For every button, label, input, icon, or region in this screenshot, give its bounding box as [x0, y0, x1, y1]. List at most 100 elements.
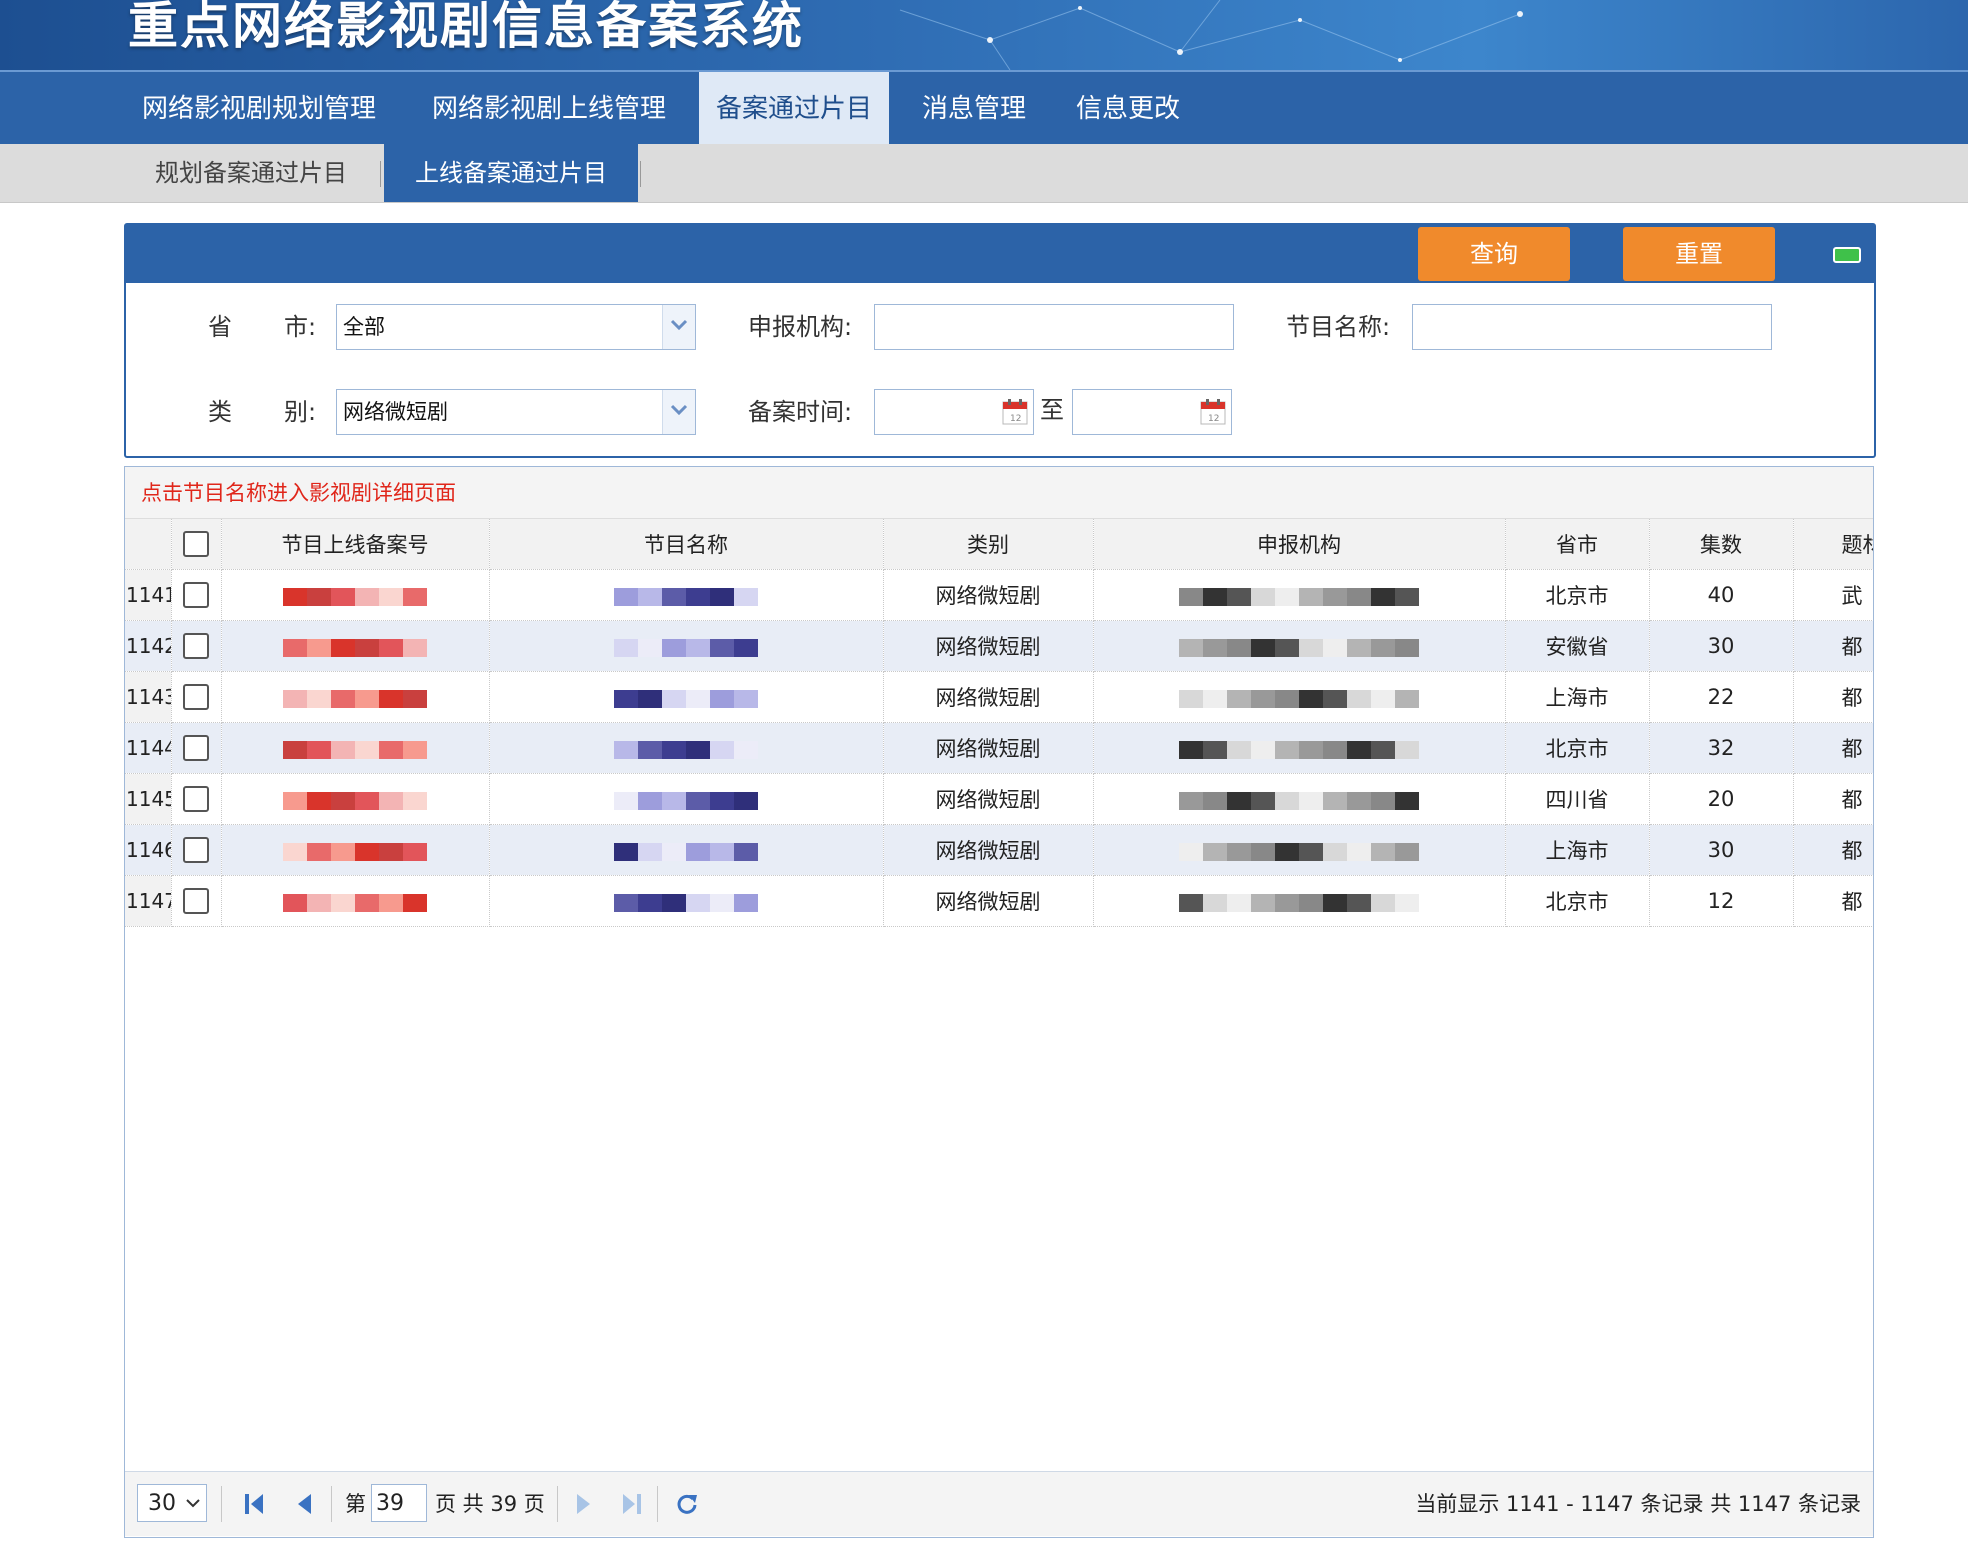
org-cell — [1093, 773, 1506, 825]
column-header-filing-no[interactable]: 节目上线备案号 — [221, 519, 490, 570]
program-name-label: 节目名称: — [1286, 313, 1391, 341]
row-checkbox[interactable] — [183, 888, 209, 914]
row-checkbox[interactable] — [183, 837, 209, 863]
table-row[interactable]: 1147 网络微短剧 北京市12都 — [125, 875, 1873, 927]
row-number: 1144 — [125, 722, 172, 774]
category-cell: 网络微短剧 — [883, 875, 1094, 927]
main-nav-planning[interactable]: 网络影视剧规划管理 — [118, 72, 400, 146]
row-checkbox[interactable] — [183, 684, 209, 710]
category-cell: 网络微短剧 — [883, 722, 1094, 774]
filing-date-label: 备案时间: — [748, 398, 853, 426]
main-nav-messages[interactable]: 消息管理 — [904, 72, 1044, 146]
svg-text:12: 12 — [1010, 414, 1021, 424]
filing-no-cell — [221, 773, 490, 825]
filing-no-cell — [221, 824, 490, 876]
row-number: 1141 — [125, 569, 172, 621]
column-header-theme[interactable]: 题材 — [1793, 519, 1873, 570]
redacted-mosaic — [1179, 791, 1419, 810]
category-label-a: 类 — [208, 398, 232, 426]
filing-no-cell — [221, 722, 490, 774]
main-nav-online[interactable]: 网络影视剧上线管理 — [408, 72, 690, 146]
sub-nav-divider — [640, 161, 641, 187]
theme-cell: 都 — [1793, 875, 1873, 927]
program-name-input[interactable] — [1412, 304, 1772, 350]
program-name-cell[interactable] — [489, 569, 884, 621]
theme-cell: 都 — [1793, 824, 1873, 876]
select-all-cell — [171, 519, 222, 570]
row-number: 1143 — [125, 671, 172, 723]
program-name-cell[interactable] — [489, 773, 884, 825]
category-cell: 网络微短剧 — [883, 773, 1094, 825]
province-cell: 四川省 — [1505, 773, 1650, 825]
sub-nav-online-approved[interactable]: 上线备案通过片目 — [384, 144, 638, 202]
filing-no-cell — [221, 620, 490, 672]
main-nav-approved[interactable]: 备案通过片目 — [699, 72, 889, 146]
calendar-icon[interactable]: 12 — [1199, 398, 1227, 426]
svg-text:12: 12 — [1208, 414, 1219, 424]
program-name-cell[interactable] — [489, 620, 884, 672]
reset-button[interactable]: 重置 — [1623, 227, 1775, 281]
table-row[interactable]: 1144 网络微短剧 北京市32都 — [125, 722, 1873, 774]
program-name-cell[interactable] — [489, 875, 884, 927]
date-from-input[interactable]: 12 — [874, 389, 1034, 435]
episodes-cell: 40 — [1649, 569, 1794, 621]
row-number: 1145 — [125, 773, 172, 825]
program-name-cell[interactable] — [489, 722, 884, 774]
row-checkbox[interactable] — [183, 786, 209, 812]
chevron-down-icon[interactable] — [662, 390, 695, 434]
redacted-mosaic — [283, 893, 427, 912]
table-row[interactable]: 1142 网络微短剧 安徽省30都 — [125, 620, 1873, 672]
filing-no-cell — [221, 875, 490, 927]
sub-nav-planning-approved[interactable]: 规划备案通过片目 — [140, 144, 362, 202]
table-row[interactable]: 1141 网络微短剧 北京市40武 — [125, 569, 1873, 621]
episodes-cell: 30 — [1649, 620, 1794, 672]
next-page-icon[interactable] — [573, 1492, 595, 1516]
program-name-cell[interactable] — [489, 824, 884, 876]
category-select[interactable]: 网络微短剧 — [336, 389, 696, 435]
refresh-icon[interactable] — [675, 1492, 699, 1516]
table-row[interactable]: 1146 网络微短剧 上海市30都 — [125, 824, 1873, 876]
program-name-cell[interactable] — [489, 671, 884, 723]
redacted-mosaic — [1179, 638, 1419, 657]
row-number-header — [125, 519, 172, 570]
main-nav-info-change[interactable]: 信息更改 — [1058, 72, 1198, 146]
page-number-input[interactable]: 39 — [371, 1484, 427, 1522]
column-header-episodes[interactable]: 集数 — [1649, 519, 1794, 570]
prev-page-icon[interactable] — [293, 1492, 315, 1516]
calendar-icon[interactable]: 12 — [1001, 398, 1029, 426]
row-select-cell — [171, 824, 222, 876]
select-all-checkbox[interactable] — [183, 531, 209, 557]
province-select[interactable]: 全部 — [336, 304, 696, 350]
query-panel: 查询 重置 省 市: 全部 申报机构: 节目名称: 类 别: 网络微短剧 备案时… — [124, 223, 1876, 458]
redacted-mosaic — [614, 893, 758, 912]
province-select-value: 全部 — [343, 315, 385, 339]
table-row[interactable]: 1143 网络微短剧 上海市22都 — [125, 671, 1873, 723]
row-select-cell — [171, 773, 222, 825]
province-label-b: 市: — [284, 313, 317, 341]
redacted-mosaic — [614, 791, 758, 810]
redacted-mosaic — [1179, 689, 1419, 708]
table-row[interactable]: 1145 网络微短剧 四川省20都 — [125, 773, 1873, 825]
episodes-cell: 12 — [1649, 875, 1794, 927]
org-input[interactable] — [874, 304, 1234, 350]
chevron-down-icon[interactable] — [662, 305, 695, 349]
column-header-province[interactable]: 省市 — [1505, 519, 1650, 570]
date-to-input[interactable]: 12 — [1072, 389, 1232, 435]
column-header-org[interactable]: 申报机构 — [1093, 519, 1506, 570]
column-header-program-name[interactable]: 节目名称 — [489, 519, 884, 570]
row-select-cell — [171, 569, 222, 621]
province-cell: 上海市 — [1505, 824, 1650, 876]
province-cell: 北京市 — [1505, 569, 1650, 621]
search-button[interactable]: 查询 — [1418, 227, 1570, 281]
row-checkbox[interactable] — [183, 633, 209, 659]
row-checkbox[interactable] — [183, 735, 209, 761]
row-select-cell — [171, 875, 222, 927]
main-nav: 网络影视剧规划管理 网络影视剧上线管理 备案通过片目 消息管理 信息更改 — [0, 70, 1968, 146]
first-page-icon[interactable] — [243, 1492, 265, 1516]
column-header-category[interactable]: 类别 — [883, 519, 1094, 570]
collapse-panel-icon[interactable] — [1833, 247, 1861, 263]
row-checkbox[interactable] — [183, 582, 209, 608]
page-size-select[interactable]: 30 — [137, 1484, 207, 1522]
app-title: 重点网络影视剧信息备案系统 — [128, 0, 804, 55]
last-page-icon[interactable] — [621, 1492, 643, 1516]
